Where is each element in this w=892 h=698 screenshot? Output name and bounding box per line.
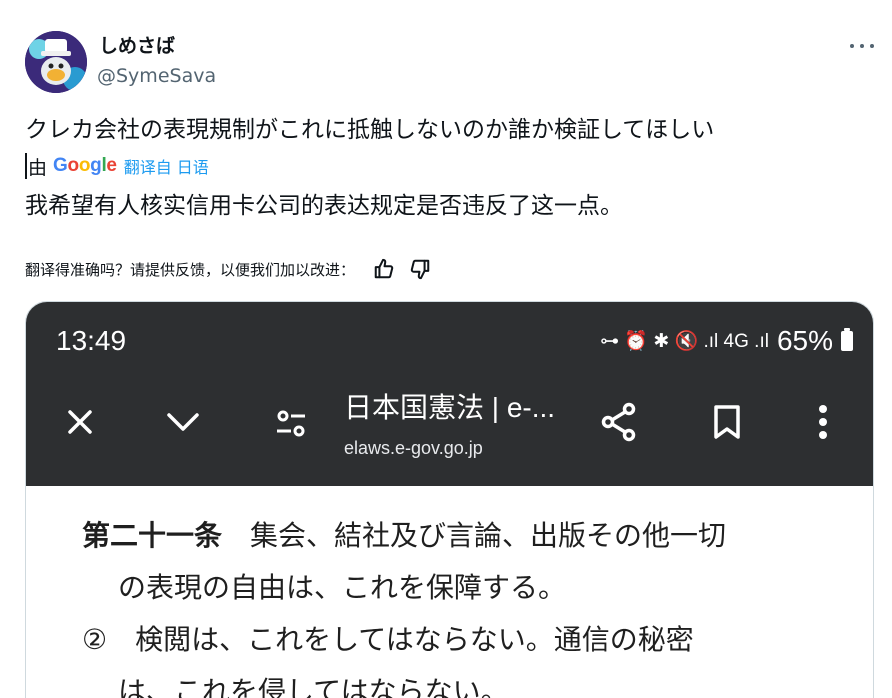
text-caret (25, 153, 27, 179)
law-line-3: ② 検閲は、これをしてはならない。通信の秘密 (82, 623, 694, 656)
attached-image[interactable]: 13:49 ⊶ ⏰ ✱ 🔇 .ıl 4G .ıl 65% 日本国憲法 | e-.… (25, 301, 874, 698)
chevron-down-icon[interactable] (161, 400, 205, 444)
law-line-2: の表現の自由は、これを保障する。 (118, 571, 567, 604)
thumbs-down-icon[interactable] (407, 256, 433, 282)
bookmark-icon[interactable] (705, 400, 749, 444)
status-time: 13:49 (56, 325, 127, 356)
status-icons: ⊶ ⏰ ✱ 🔇 .ıl 4G .ıl 65% (600, 324, 853, 358)
translation-attribution: 由 Google 翻译自 日语 (25, 152, 209, 180)
phone-browser-bar: 13:49 ⊶ ⏰ ✱ 🔇 .ıl 4G .ıl 65% 日本国憲法 | e-.… (26, 302, 873, 486)
feedback-prompt: 翻译得准确吗？请提供反馈，以便我们加以改进： (25, 260, 356, 279)
share-icon[interactable] (597, 400, 641, 444)
more-icon[interactable] (846, 34, 878, 58)
display-name[interactable]: しめさば (99, 34, 175, 58)
close-icon[interactable] (58, 400, 102, 444)
google-logo: Google (53, 155, 117, 176)
user-handle[interactable]: @SymeSava (97, 64, 216, 88)
translation-feedback: 翻译得准确吗？请提供反馈，以便我们加以改进： (25, 256, 433, 282)
more-vert-icon[interactable] (801, 400, 845, 444)
tune-icon[interactable] (269, 402, 313, 446)
article-number: 第二十一条 (82, 519, 223, 552)
law-line-4: は、これを侵してはならない。 (118, 675, 509, 698)
translated-text: 我希望有人核实信用卡公司的表达规定是否违反了这一点。 (25, 193, 623, 219)
battery-icon (841, 328, 853, 351)
page-url[interactable]: elaws.e-gov.go.jp (344, 436, 483, 460)
translated-by-label: 由 (28, 156, 48, 179)
thumbs-up-icon[interactable] (371, 256, 397, 282)
page-title[interactable]: 日本国憲法 | e-... (344, 390, 555, 426)
translated-from-link[interactable]: 翻译自 日语 (124, 154, 209, 178)
tweet-text: クレカ会社の表現規制がこれに抵触しないのか誰か検証してほしい (25, 117, 715, 143)
battery-percent: 65% (776, 325, 833, 356)
law-line-1: 第二十一条 集会、結社及び言論、出版その他一切 (82, 519, 727, 552)
avatar[interactable] (25, 31, 87, 93)
law-article-content: 第二十一条 集会、結社及び言論、出版その他一切 の表現の自由は、これを保障する。… (26, 486, 873, 698)
status-indicators: ⊶ ⏰ ✱ 🔇 .ıl 4G .ıl (600, 331, 769, 352)
